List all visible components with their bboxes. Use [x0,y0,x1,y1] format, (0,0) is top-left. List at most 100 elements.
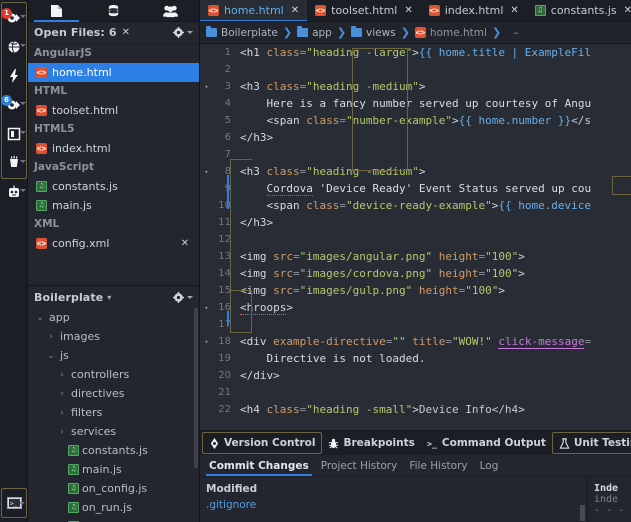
editor-tab[interactable]: <> home.html ✕ [200,0,308,21]
editor-tab[interactable]: <> index.html ✕ [421,0,527,21]
js-file-icon: ♫ [68,502,79,513]
files-tab[interactable] [28,0,85,22]
breadcrumb-item[interactable]: app [297,26,332,39]
chevron-down-icon[interactable]: ▾ [107,293,111,302]
fold-triangle-icon[interactable]: ▾ [200,83,213,91]
lightning-icon-button[interactable] [1,61,27,90]
chevron-down-icon[interactable] [187,31,193,34]
tree-row[interactable]: ♫ on_config.js [28,479,199,498]
open-file-item[interactable]: <> home.html [28,63,199,82]
html-file-icon: <> [36,143,47,154]
disclosure-triangle-icon[interactable]: › [56,389,68,399]
close-icon[interactable]: ✕ [181,238,189,249]
tree-row[interactable]: ♫ constants.js [28,441,199,460]
project-tree-header: Boilerplate ▾ [28,286,199,308]
editor-tab-label: index.html [444,4,504,17]
disclosure-triangle-icon[interactable]: › [56,370,68,380]
folder-icon [351,26,363,37]
chevron-down-icon[interactable] [19,502,25,505]
version-control-subtab[interactable]: Commit Changes [206,460,318,476]
tree-row-label: filters [71,406,103,419]
disclosure-triangle-icon[interactable]: › [45,332,57,342]
close-icon[interactable]: ✕ [404,5,412,16]
team-tab[interactable] [142,0,199,22]
code-line: ▾ 3 <h3 class="heading -medium"> [200,78,631,95]
code-line: 20 </div> [200,367,631,384]
tree-row[interactable]: › controllers [28,365,199,384]
close-icon[interactable]: ✕ [510,5,518,16]
tree-row[interactable]: › images [28,327,199,346]
robot-icon-button[interactable] [1,177,27,206]
code-text: Cordova 'Device Ready' Event Status serv… [266,182,592,196]
fold-triangle-icon[interactable]: ▾ [200,168,213,176]
changes-status-label: Modified [206,483,258,495]
bottom-panel-tab-label: Breakpoints [343,437,415,449]
tree-row[interactable]: › directives [28,384,199,403]
project-tree-rows: ⌄ app › images ⌄ js › controllers › directives › fi… [28,308,199,522]
tree-row[interactable]: › filters [28,403,199,422]
panel-layout-icon-button[interactable] [1,119,27,148]
gear-icon[interactable] [173,291,184,303]
bottom-panel-tab[interactable]: >_ Command Output [421,432,552,454]
breadcrumb-item[interactable]: views [351,26,396,39]
open-file-item[interactable]: <> index.html [28,139,199,158]
editor-tab[interactable]: <> toolset.html ✕ [307,0,421,21]
version-control-subtab[interactable]: File History [406,460,476,476]
tree-row[interactable]: ♫templates.js [28,517,199,522]
globe-icon-button[interactable] [1,32,27,61]
disclosure-triangle-icon[interactable]: ⌄ [45,351,57,361]
terminal-icon-button[interactable]: >_ [1,488,27,518]
bottom-panel-tab[interactable]: Version Control [202,432,323,454]
chevron-down-icon[interactable] [20,15,26,18]
prompt-icon: >_ [427,438,437,448]
tree-row[interactable]: › services [28,422,199,441]
changes-scrollbar[interactable] [580,505,585,521]
open-file-item[interactable]: ♫ constants.js [28,177,199,196]
database-tab[interactable] [85,0,142,22]
disclosure-triangle-icon[interactable]: › [56,408,68,418]
coffee-cup-icon-button[interactable] [1,148,27,177]
issues-icon-button[interactable]: 6 [1,90,27,119]
diff-preview: Inde inde - - - [587,477,631,522]
code-text: Here is a fancy number served up courtes… [266,97,592,110]
editor-tab-label: toolset.html [331,4,398,17]
open-file-item[interactable]: <> toolset.html [28,101,199,120]
open-file-item[interactable]: ♫ main.js [28,196,199,215]
open-file-item[interactable]: <> config.xml ✕ [28,234,199,253]
close-icon[interactable]: ✕ [291,5,299,16]
disclosure-triangle-icon[interactable]: › [56,427,68,437]
file-group-label: AngularJS [34,47,92,59]
bottom-panel-tab[interactable]: Breakpoints [322,432,420,454]
tree-row[interactable]: ♫ main.js [28,460,199,479]
code-editor[interactable]: 1 <h1 class="heading -large">{{ home.titl… [200,44,631,430]
version-control-subtab[interactable]: Project History [318,460,407,476]
fold-triangle-icon[interactable]: ▾ [200,338,213,346]
tree-scrollbar[interactable] [194,308,198,468]
editor-tab[interactable]: ♫ constants.js ✕ [527,0,631,21]
open-files-header: Open Files: 6 ✕ [28,22,199,44]
fold-triangle-icon[interactable]: ▾ [200,304,213,312]
tree-row[interactable]: ⌄ app [28,308,199,327]
debug-icon-button[interactable]: 1 [1,3,27,32]
file-group-label: HTML [34,85,68,97]
chevron-down-icon[interactable] [20,44,26,47]
chevron-down-icon[interactable] [20,189,26,192]
tree-row[interactable]: ⌄ js [28,346,199,365]
tree-row[interactable]: ♫ on_run.js [28,498,199,517]
breadcrumb-item[interactable]: Boilerplate [206,26,278,39]
close-icon[interactable]: ✕ [122,27,130,38]
version-control-subtab[interactable]: Log [477,460,508,476]
close-icon[interactable]: ✕ [624,5,631,16]
text-cursor-line8 [227,175,229,209]
code-line: 11 </h3> [200,214,631,231]
chevron-down-icon[interactable] [20,160,26,163]
bottom-panel-tab[interactable]: Unit Testing [551,432,631,454]
chevron-down-icon[interactable] [187,295,193,299]
changed-file-item[interactable]: .gitignore [200,497,587,511]
chevron-down-icon[interactable] [20,131,26,134]
disclosure-triangle-icon[interactable]: ⌄ [34,313,46,323]
breadcrumb-item[interactable]: <> home.html [414,27,487,39]
js-file-icon: ♫ [68,445,79,456]
chevron-down-icon[interactable] [20,102,26,105]
gear-icon[interactable] [173,27,184,38]
